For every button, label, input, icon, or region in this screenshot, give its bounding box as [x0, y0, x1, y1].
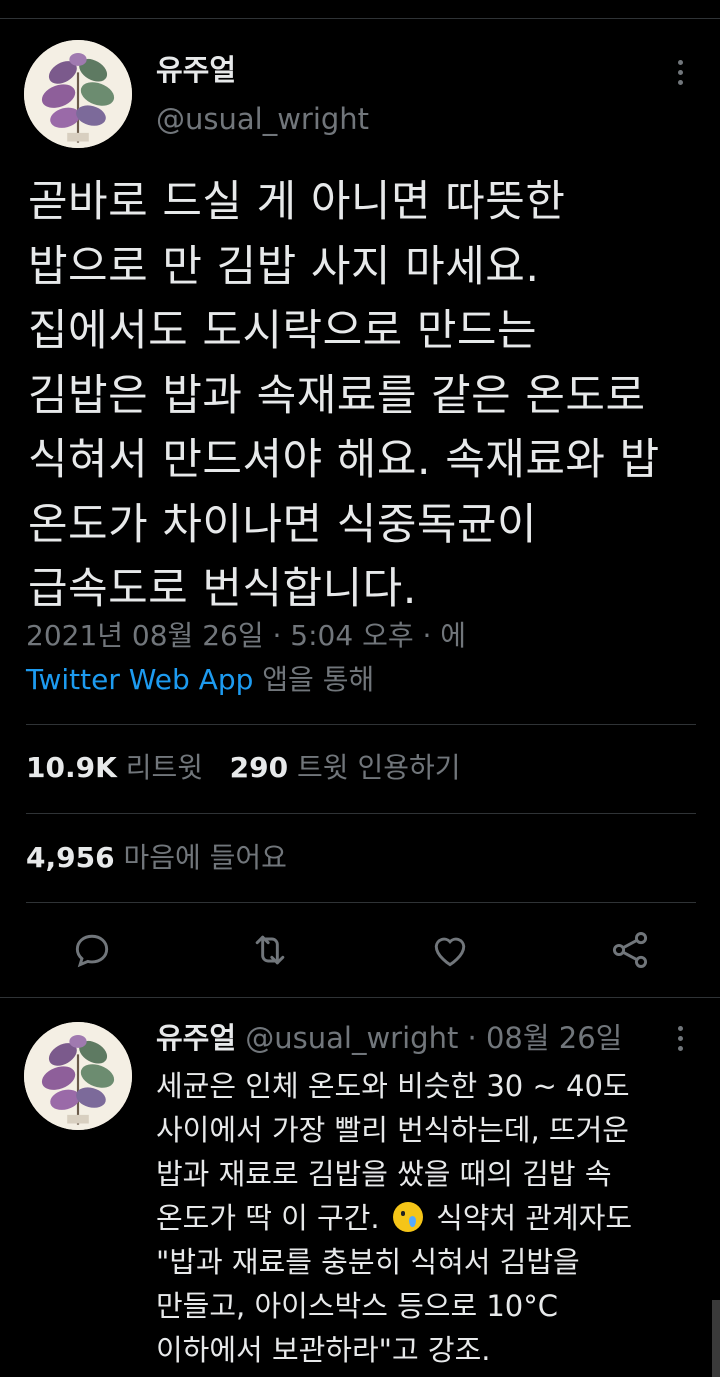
quotes-count: 290 — [229, 751, 289, 784]
action-bar — [0, 920, 720, 980]
likes-stat[interactable]: 4,956 마음에 들어요 — [26, 841, 287, 874]
tweet-text-line: 밥으로 만 김밥 사지 마세요. — [28, 241, 540, 292]
more-options-icon[interactable] — [668, 52, 692, 92]
reply-date[interactable]: · 08월 26일 — [458, 1021, 623, 1055]
avatar-plant-image — [24, 40, 132, 148]
tweet-timestamp[interactable]: 2021년 08월 26일 · 5:04 오후 · 에 — [26, 616, 466, 656]
reply-text-line: 사이에서 가장 빨리 번식하는데, 뜨거운 — [156, 1113, 629, 1147]
source-app-link[interactable]: Twitter Web App — [26, 663, 253, 696]
retweet-stats-row: 10.9K 리트윗 290 트윗 인용하기 — [26, 748, 461, 788]
reply-text: 세균은 인체 온도와 비슷한 30 ~ 40도 사이에서 가장 빨리 번식하는데… — [156, 1064, 696, 1372]
reply-text-line: 이하에서 보관하라"고 강조. — [156, 1333, 491, 1367]
reply-text-line: "밥과 재료를 충분히 식혀서 김밥을 — [156, 1245, 580, 1279]
scrollbar[interactable] — [712, 1300, 720, 1377]
reply-text-line: 밥과 재료로 김밥을 쌌을 때의 김밥 속 — [156, 1157, 612, 1191]
reply-text-segment: 식약처 관계자도 — [426, 1201, 633, 1235]
reply-header: 유주얼 @usual_wright · 08월 26일 — [156, 1018, 622, 1058]
avatar[interactable] — [24, 40, 132, 148]
tweet-text-line: 급속도로 번식합니다. — [28, 564, 417, 614]
tweet-text-line: 곧바로 드실 게 아니면 따뜻한 — [28, 177, 566, 227]
tweet-text-line: 식혀서 만드셔야 해요. 속재료와 밥 — [28, 435, 660, 485]
tweet-text: 곧바로 드실 게 아니면 따뜻한 밥으로 만 김밥 사지 마세요. 집에서도 도… — [28, 170, 708, 622]
source-suffix: 앱을 통해 — [253, 663, 375, 696]
avatar-plant-image — [24, 1022, 132, 1130]
divider — [26, 724, 696, 725]
tweet-text-line: 온도가 차이나면 식중독균이 — [28, 499, 538, 550]
retweets-label: 리트윗 — [125, 751, 203, 784]
likes-stats-row: 4,956 마음에 들어요 — [26, 838, 287, 878]
reply-more-options-icon[interactable] — [668, 1018, 692, 1058]
author-display-name[interactable]: 유주얼 — [156, 52, 236, 88]
quotes-stat[interactable]: 290 트윗 인용하기 — [230, 751, 461, 784]
likes-label: 마음에 들어요 — [123, 841, 287, 874]
crying-face-emoji-icon — [392, 1202, 423, 1232]
reply-author-handle[interactable]: @usual_wright — [245, 1021, 458, 1055]
reply-icon[interactable] — [70, 928, 114, 972]
like-icon[interactable] — [428, 928, 472, 972]
reply-text-line: 세균은 인체 온도와 비슷한 30 ~ 40도 — [156, 1069, 630, 1103]
retweets-count: 10.9K — [26, 751, 117, 784]
tweet-text-line: 집에서도 도시락으로 만드는 — [28, 306, 538, 356]
retweets-stat[interactable]: 10.9K 리트윗 — [26, 751, 203, 784]
divider — [26, 813, 696, 814]
likes-count: 4,956 — [26, 841, 115, 874]
share-icon[interactable] — [608, 928, 652, 972]
retweet-icon[interactable] — [248, 928, 292, 972]
reply-text-line: 온도가 딱 이 구간. 식약처 관계자도 — [156, 1196, 696, 1240]
reply-author-name[interactable]: 유주얼 — [156, 1021, 236, 1055]
tweet-source: Twitter Web App 앱을 통해 — [26, 660, 374, 700]
reply-avatar[interactable] — [24, 1022, 132, 1130]
section-divider — [0, 997, 720, 998]
divider — [26, 902, 696, 903]
quotes-label: 트윗 인용하기 — [297, 751, 461, 784]
reply-text-line: 만들고, 아이스박스 등으로 10°C — [156, 1289, 559, 1323]
top-divider — [0, 18, 720, 19]
author-handle[interactable]: @usual_wright — [156, 100, 369, 138]
reply-text-segment: 온도가 딱 이 구간. — [156, 1201, 389, 1235]
tweet-text-line: 김밥은 밥과 속재료를 같은 온도로 — [28, 370, 646, 421]
